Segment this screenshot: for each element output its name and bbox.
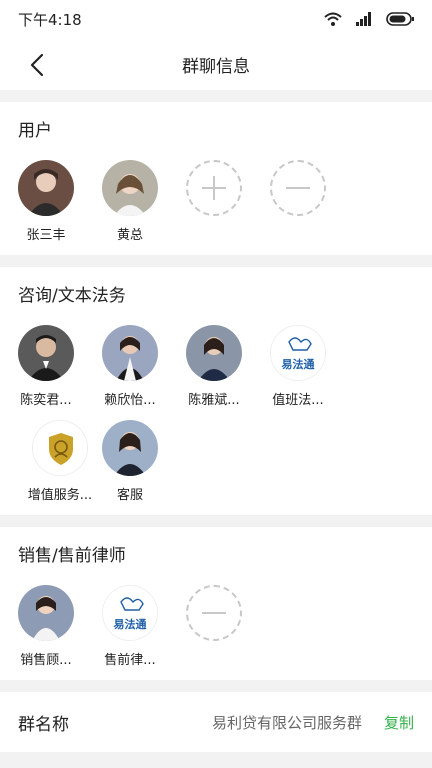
member-name: 增值服务... — [27, 488, 93, 503]
member-item[interactable]: 赖欣怡... — [88, 325, 172, 408]
avatar — [18, 325, 74, 381]
avatar — [18, 585, 74, 641]
member-name: 客服 — [116, 488, 143, 503]
avatar — [18, 160, 74, 216]
back-button[interactable] — [22, 50, 52, 80]
consult-section: 咨询/文本法务 陈奕君... 赖欣怡... 陈雅斌... 易法通 值班法... … — [0, 267, 432, 515]
status-time: 下午4:18 — [18, 10, 82, 29]
plus-icon — [202, 176, 226, 200]
member-name: 值班法... — [272, 393, 324, 408]
member-name: 黄总 — [116, 228, 143, 243]
section-title-consult: 咨询/文本法务 — [18, 286, 126, 306]
wifi-icon — [324, 12, 342, 26]
minus-icon — [202, 612, 226, 614]
page-title: 群聊信息 — [182, 56, 250, 77]
member-item[interactable]: 陈雅斌... — [172, 325, 256, 408]
section-title-users: 用户 — [18, 121, 52, 141]
users-section: 用户 张三丰 黄总 — [0, 102, 432, 255]
brand-logo-text: 易法通 — [281, 358, 315, 371]
member-name: 赖欣怡... — [104, 393, 156, 408]
remove-member-button[interactable] — [172, 585, 256, 668]
add-member-button[interactable] — [172, 160, 256, 243]
section-title-sales: 销售/售前律师 — [18, 546, 126, 566]
member-name: 售前律... — [104, 653, 156, 668]
member-name: 陈雅斌... — [188, 393, 240, 408]
member-item[interactable]: 黄总 — [88, 160, 172, 243]
remove-member-button[interactable] — [256, 160, 340, 243]
brand-logo-text: 易法通 — [113, 618, 147, 631]
group-name-value: 易利贷有限公司服务群 — [211, 713, 362, 732]
member-item[interactable]: 陈奕君... — [4, 325, 88, 408]
avatar — [102, 420, 158, 476]
group-name-label: 群名称 — [18, 714, 69, 735]
member-item[interactable]: 张三丰 — [4, 160, 88, 243]
member-item[interactable]: 销售顾... — [4, 585, 88, 668]
group-name-row: 群名称 易利贷有限公司服务群 复制 — [0, 692, 432, 752]
avatar: 易法通 — [270, 325, 326, 381]
signal-icon — [356, 12, 371, 26]
battery-icon — [386, 12, 414, 26]
sales-section: 销售/售前律师 销售顾... 易法通 售前律... — [0, 527, 432, 680]
nav-bar: 群聊信息 — [0, 38, 432, 90]
member-item[interactable]: 客服 — [88, 420, 172, 503]
member-name: 张三丰 — [26, 228, 66, 243]
minus-icon — [286, 187, 310, 189]
avatar — [102, 325, 158, 381]
avatar: 易法通 — [102, 585, 158, 641]
member-item[interactable]: 易法通 售前律... — [88, 585, 172, 668]
member-name: 销售顾... — [20, 653, 72, 668]
chevron-left-icon — [30, 53, 44, 77]
copy-button[interactable]: 复制 — [384, 712, 414, 733]
avatar — [32, 420, 88, 476]
member-item[interactable]: 易法通 值班法... — [256, 325, 340, 408]
avatar — [102, 160, 158, 216]
status-bar: 下午4:18 — [0, 0, 432, 38]
member-name: 陈奕君... — [20, 393, 72, 408]
avatar — [186, 325, 242, 381]
